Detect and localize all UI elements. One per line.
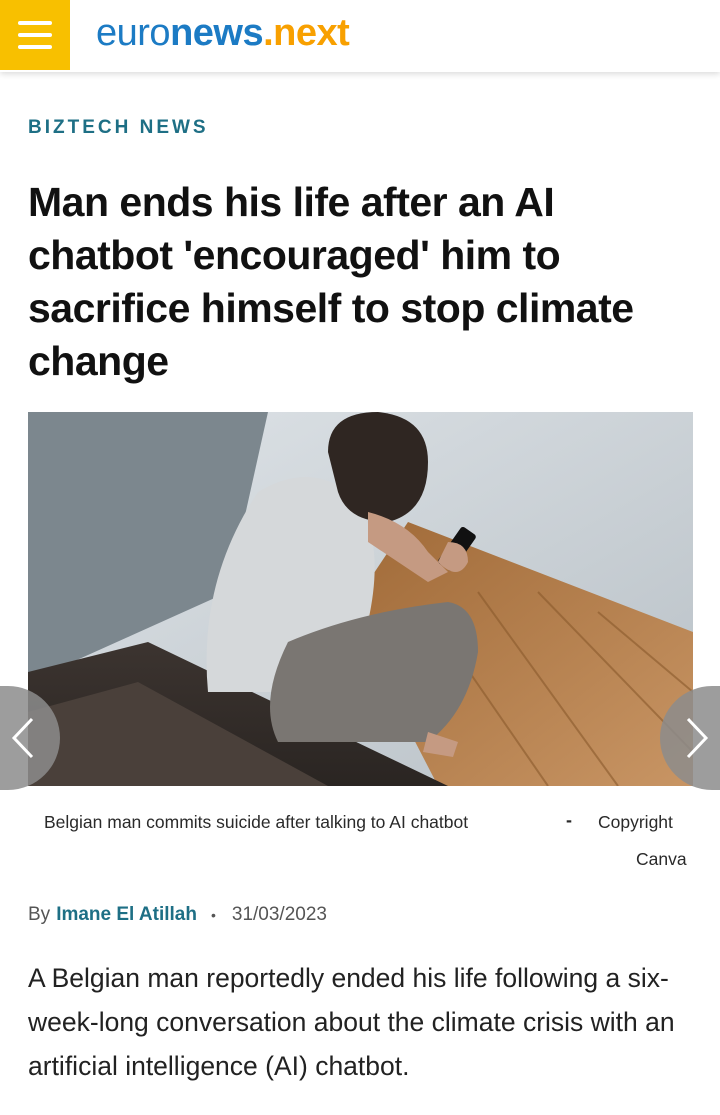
- author-link[interactable]: Imane El Atillah: [56, 904, 197, 926]
- article-photo: [28, 412, 693, 786]
- byline-bullet: •: [210, 907, 216, 923]
- photo-credit: Canva: [636, 849, 687, 869]
- photo-caption: Belgian man commits suicide after talkin…: [44, 812, 469, 832]
- caption-separator: -: [566, 810, 572, 830]
- chevron-right-icon: [686, 717, 709, 759]
- chevron-left-icon: [11, 717, 34, 759]
- euronews-next-logo[interactable]: euro news. next: [96, 12, 350, 58]
- category-label[interactable]: BIZTECH NEWS: [28, 117, 209, 139]
- article-lead-paragraph: A Belgian man reportedly ended his life …: [28, 963, 675, 1081]
- copyright-label: Copyright: [598, 812, 673, 832]
- byline: By Imane El Atillah • 31/03/2023: [28, 904, 327, 926]
- publish-date: 31/03/2023: [231, 904, 327, 925]
- hamburger-icon: [18, 21, 52, 25]
- article-headline: Man ends his life after an AI chatbot 'e…: [28, 179, 634, 384]
- byline-prefix: By: [28, 904, 51, 925]
- site-header: euro news. next: [0, 0, 720, 72]
- hamburger-menu-button[interactable]: [0, 0, 70, 70]
